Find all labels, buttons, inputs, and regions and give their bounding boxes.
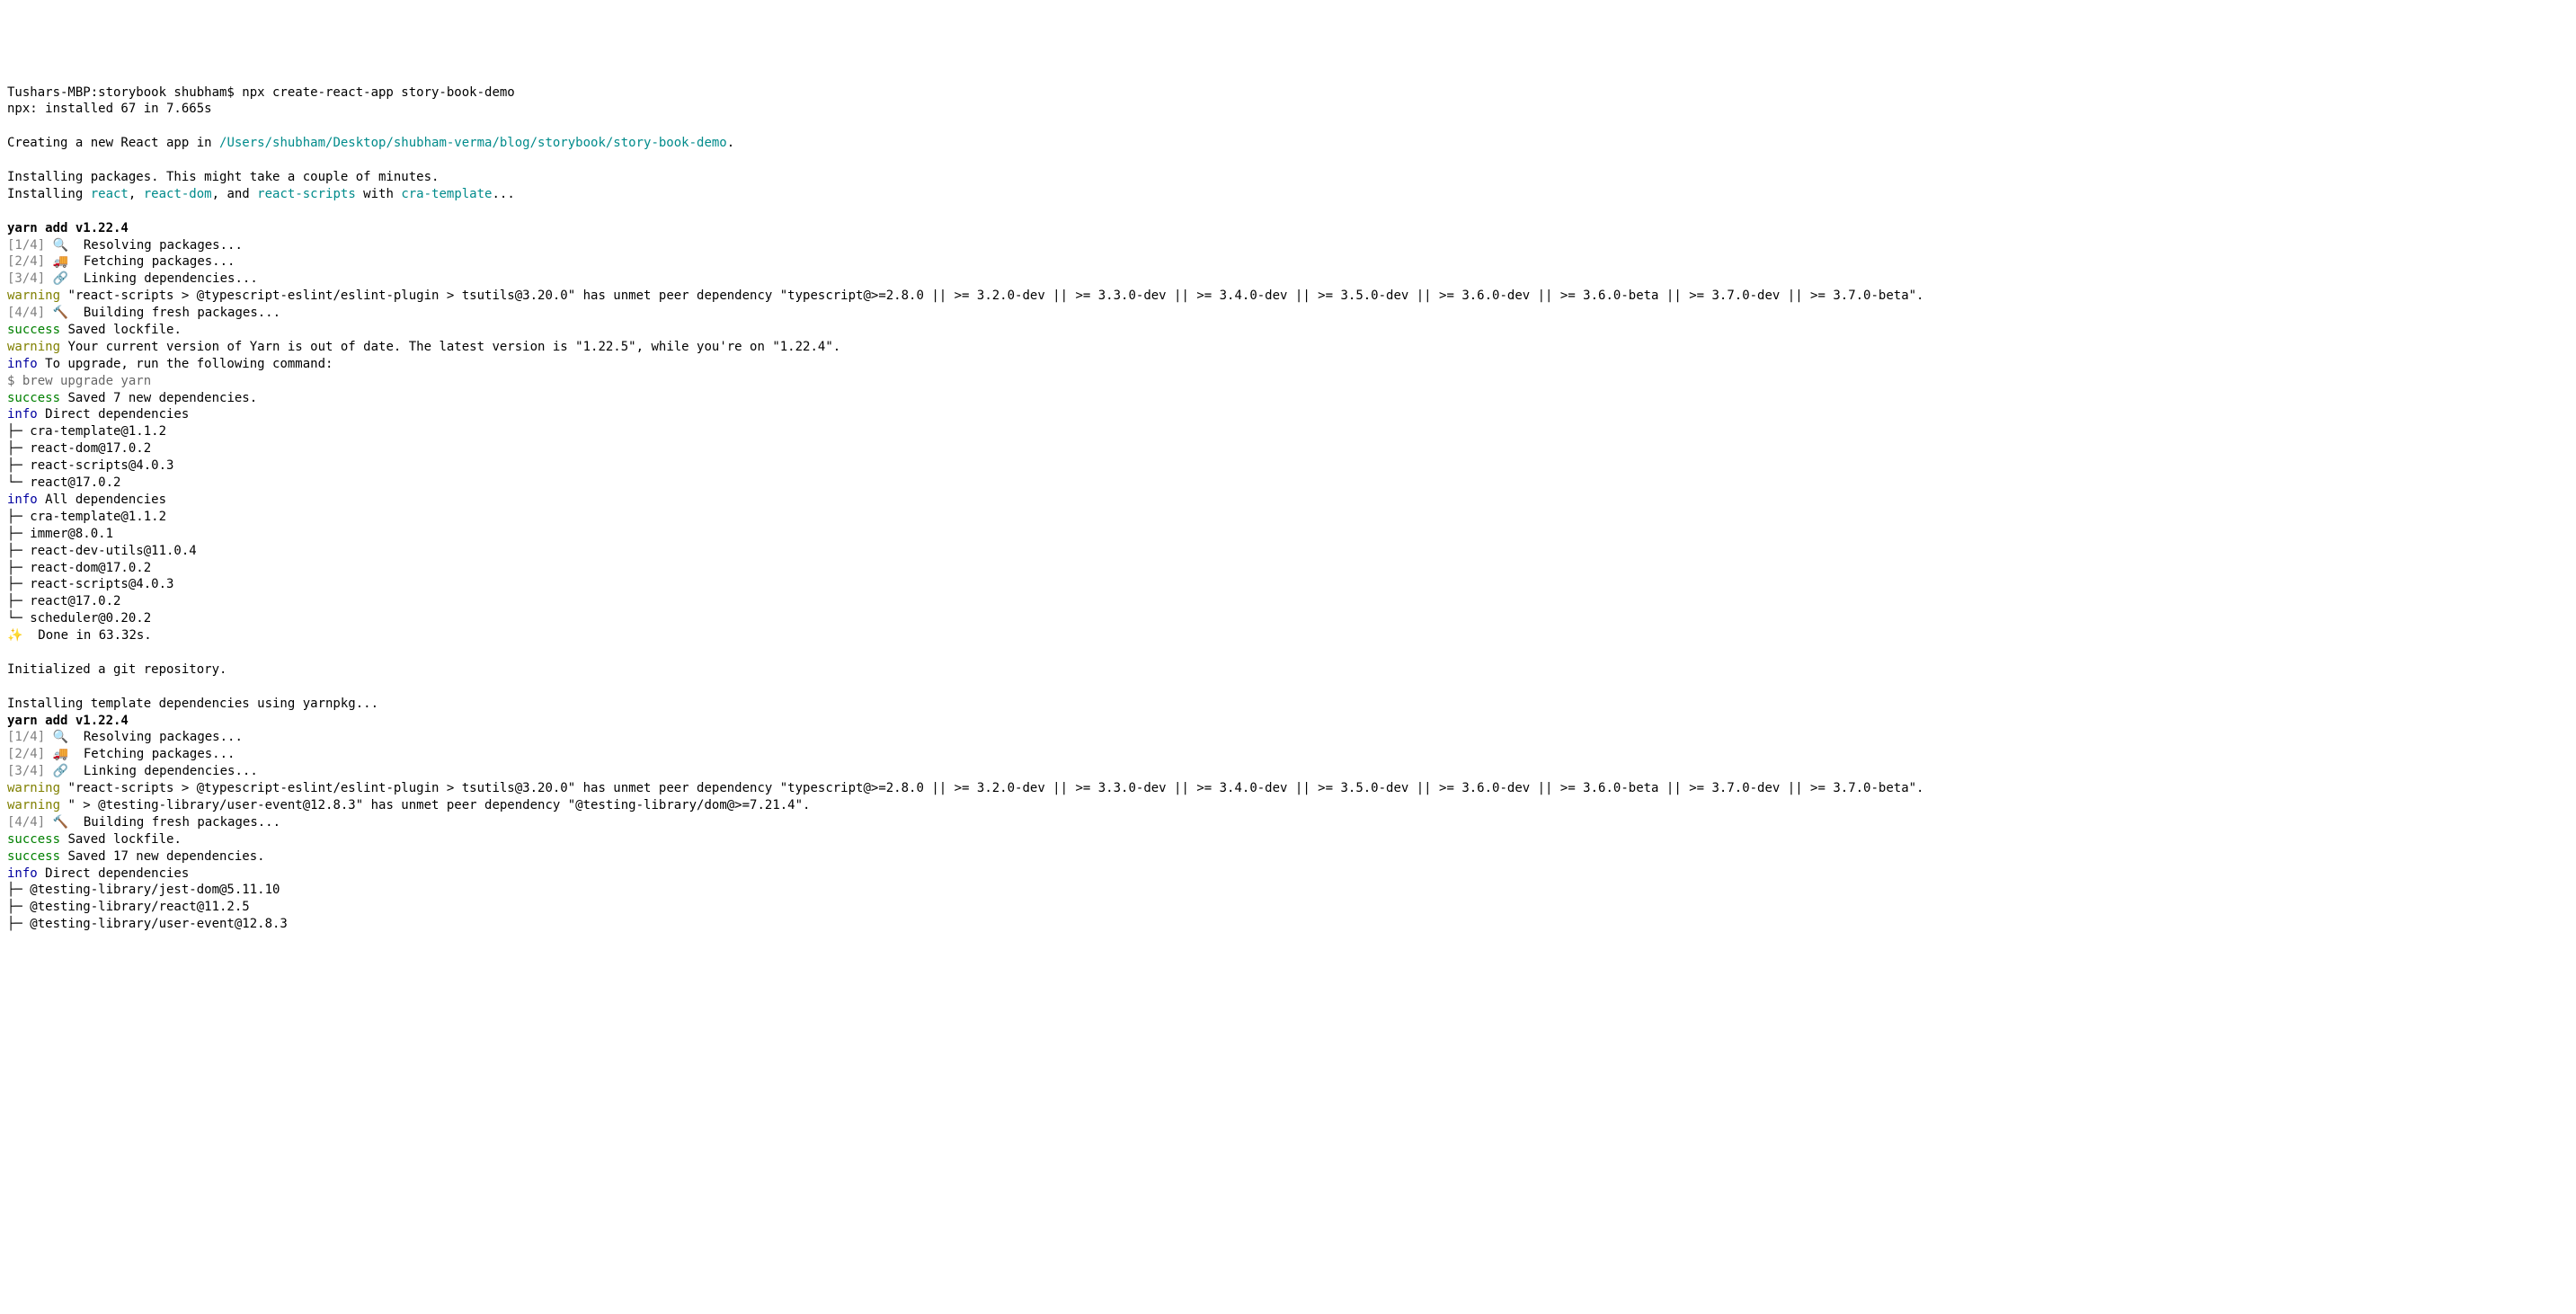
step-tag: [1/4] bbox=[7, 238, 45, 253]
info-tag: info bbox=[7, 493, 38, 507]
step-linking: [3/4] 🔗 Linking dependencies... bbox=[7, 763, 2569, 780]
dependency-item: ├─ react-scripts@4.0.3 bbox=[7, 576, 2569, 593]
warning-tag: warning bbox=[7, 781, 60, 795]
git-init-line: Initialized a git repository. bbox=[7, 661, 2569, 679]
step-resolving: [1/4] 🔍 Resolving packages... bbox=[7, 237, 2569, 254]
pkg-cra-template: cra-template bbox=[401, 187, 492, 201]
warning-line: warning "react-scripts > @typescript-esl… bbox=[7, 288, 2569, 305]
info-tag: info bbox=[7, 407, 38, 422]
project-path: /Users/shubham/Desktop/shubham-verma/blo… bbox=[219, 136, 727, 150]
npx-install-line: npx: installed 67 in 7.665s bbox=[7, 101, 2569, 118]
yarn-add-line: yarn add v1.22.4 bbox=[7, 713, 2569, 730]
blank-line bbox=[7, 203, 2569, 220]
creating-line: Creating a new React app in /Users/shubh… bbox=[7, 135, 2569, 152]
step-linking: [3/4] 🔗 Linking dependencies... bbox=[7, 271, 2569, 288]
step-tag: [4/4] bbox=[7, 815, 45, 830]
step-building: [4/4] 🔨 Building fresh packages... bbox=[7, 305, 2569, 322]
step-fetching: [2/4] 🚚 Fetching packages... bbox=[7, 253, 2569, 271]
terminal-output: Tushars-MBP:storybook shubham$ npx creat… bbox=[7, 84, 2569, 934]
pkg-react-dom: react-dom bbox=[144, 187, 212, 201]
warning-tag: warning bbox=[7, 340, 60, 354]
success-tag: success bbox=[7, 391, 60, 405]
info-direct-line: info Direct dependencies bbox=[7, 406, 2569, 423]
dependency-item: ├─ react-scripts@4.0.3 bbox=[7, 457, 2569, 475]
step-emoji-icon: 🚚 bbox=[45, 747, 76, 761]
success-tag: success bbox=[7, 832, 60, 847]
blank-line bbox=[7, 152, 2569, 169]
success-tag: success bbox=[7, 849, 60, 864]
brew-upgrade-line: $ brew upgrade yarn bbox=[7, 373, 2569, 390]
step-building: [4/4] 🔨 Building fresh packages... bbox=[7, 814, 2569, 831]
step-tag: [2/4] bbox=[7, 747, 45, 761]
pkg-react-scripts: react-scripts bbox=[257, 187, 356, 201]
install-template-line: Installing template dependencies using y… bbox=[7, 696, 2569, 713]
warning-line: warning " > @testing-library/user-event@… bbox=[7, 797, 2569, 814]
info-direct-line: info Direct dependencies bbox=[7, 866, 2569, 883]
success-tag: success bbox=[7, 323, 60, 337]
dependency-item: ├─ cra-template@1.1.2 bbox=[7, 509, 2569, 526]
dependency-item: ├─ react-dom@17.0.2 bbox=[7, 440, 2569, 457]
info-all-line: info All dependencies bbox=[7, 492, 2569, 509]
step-emoji-icon: 🔗 bbox=[45, 764, 76, 778]
prompt-line: Tushars-MBP:storybook shubham$ npx creat… bbox=[7, 84, 2569, 102]
success-saved-line: success Saved 17 new dependencies. bbox=[7, 848, 2569, 866]
step-tag: [3/4] bbox=[7, 271, 45, 286]
success-lockfile-line: success Saved lockfile. bbox=[7, 831, 2569, 848]
step-emoji-icon: 🔗 bbox=[45, 271, 76, 286]
install-msg-line: Installing packages. This might take a c… bbox=[7, 169, 2569, 186]
dependency-item: ├─ @testing-library/react@11.2.5 bbox=[7, 899, 2569, 916]
step-fetching: [2/4] 🚚 Fetching packages... bbox=[7, 746, 2569, 763]
yarn-add-line: yarn add v1.22.4 bbox=[7, 220, 2569, 237]
step-resolving: [1/4] 🔍 Resolving packages... bbox=[7, 729, 2569, 746]
step-emoji-icon: 🚚 bbox=[45, 254, 76, 269]
dependency-item: ├─ @testing-library/user-event@12.8.3 bbox=[7, 916, 2569, 933]
sparkles-icon: ✨ bbox=[7, 628, 31, 643]
info-tag: info bbox=[7, 866, 38, 881]
done-line: ✨ Done in 63.32s. bbox=[7, 627, 2569, 644]
dependency-item: ├─ react-dev-utils@11.0.4 bbox=[7, 543, 2569, 560]
dependency-item: ├─ react-dom@17.0.2 bbox=[7, 560, 2569, 577]
success-saved-line: success Saved 7 new dependencies. bbox=[7, 390, 2569, 407]
blank-line bbox=[7, 644, 2569, 661]
blank-line bbox=[7, 679, 2569, 696]
success-lockfile-line: success Saved lockfile. bbox=[7, 322, 2569, 339]
step-emoji-icon: 🔨 bbox=[45, 815, 76, 830]
warning-tag: warning bbox=[7, 798, 60, 812]
step-emoji-icon: 🔍 bbox=[45, 730, 76, 744]
step-emoji-icon: 🔨 bbox=[45, 306, 76, 320]
dependency-item: ├─ react@17.0.2 bbox=[7, 593, 2569, 610]
step-tag: [3/4] bbox=[7, 764, 45, 778]
dependency-item: ├─ cra-template@1.1.2 bbox=[7, 423, 2569, 440]
step-tag: [1/4] bbox=[7, 730, 45, 744]
pkg-react: react bbox=[91, 187, 129, 201]
warning-line: warning Your current version of Yarn is … bbox=[7, 339, 2569, 356]
dependency-item: ├─ @testing-library/jest-dom@5.11.10 bbox=[7, 882, 2569, 899]
blank-line bbox=[7, 118, 2569, 135]
warning-tag: warning bbox=[7, 289, 60, 303]
step-emoji-icon: 🔍 bbox=[45, 238, 76, 253]
step-tag: [2/4] bbox=[7, 254, 45, 269]
warning-line: warning "react-scripts > @typescript-esl… bbox=[7, 780, 2569, 797]
dependency-item: ├─ immer@8.0.1 bbox=[7, 526, 2569, 543]
dependency-item: └─ scheduler@0.20.2 bbox=[7, 610, 2569, 627]
dependency-item: └─ react@17.0.2 bbox=[7, 475, 2569, 492]
info-tag: info bbox=[7, 357, 38, 371]
info-upgrade-line: info To upgrade, run the following comma… bbox=[7, 356, 2569, 373]
install-pkgs-line: Installing react, react-dom, and react-s… bbox=[7, 186, 2569, 203]
step-tag: [4/4] bbox=[7, 306, 45, 320]
